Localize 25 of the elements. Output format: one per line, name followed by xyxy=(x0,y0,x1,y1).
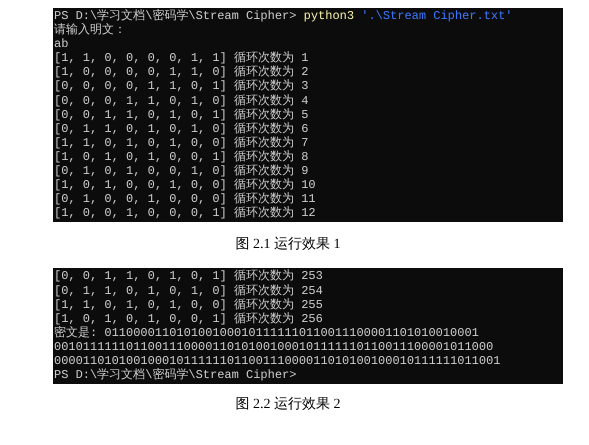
terminal-line: 请输入明文： xyxy=(54,23,127,38)
terminal-line: [1, 1, 0, 0, 0, 0, 1, 1] 循环次数为 1 xyxy=(54,51,310,66)
command-line: PS D:\学习文档\密码学\Stream Cipher> python3 '.\Stream Cipher.txt' xyxy=(54,9,514,23)
terminal-line: [0, 1, 1, 0, 1, 0, 1, 0] 循环次数为 6 xyxy=(54,122,310,136)
terminal-line: [0, 1, 0, 0, 1, 0, 0, 0] 循环次数为 11 xyxy=(54,192,317,206)
figure-caption: 图 2.1 运行效果 1 xyxy=(236,236,340,254)
terminal-line: PS D:\学习文档\密码学\Stream Cipher> xyxy=(54,368,298,382)
terminal-line: [0, 0, 1, 1, 0, 1, 0, 1] 循环次数为 253 xyxy=(54,269,324,284)
terminal-line: [0, 0, 1, 1, 0, 1, 0, 1] 循环次数为 5 xyxy=(54,108,310,122)
terminal-line: 0010111111011001110000110101001000101111110110011100001011000 xyxy=(54,340,494,354)
terminal-line: [0, 0, 0, 1, 1, 0, 1, 0] 循环次数为 4 xyxy=(54,94,310,108)
terminal-line: [0, 1, 0, 1, 0, 0, 1, 0] 循环次数为 9 xyxy=(54,164,310,178)
terminal-line: ab xyxy=(54,37,70,52)
terminal-line: 00001101010010001011111101100111000011010100100010111111011001 xyxy=(54,354,502,368)
terminal-line: [1, 0, 1, 0, 1, 0, 0, 1] 循环次数为 8 xyxy=(54,150,310,164)
terminal-line: 密文是: 0110000110101001000101111110110011100001101010010001 xyxy=(54,326,480,340)
terminal-line: [1, 0, 0, 0, 0, 1, 1, 0] 循环次数为 2 xyxy=(54,65,310,80)
terminal-line: [1, 1, 0, 1, 0, 1, 0, 0] 循环次数为 7 xyxy=(54,136,310,150)
terminal-line: [0, 1, 1, 0, 1, 0, 1, 0] 循环次数为 254 xyxy=(54,284,324,298)
terminal-line: [1, 0, 1, 0, 1, 0, 0, 1] 循环次数为 256 xyxy=(54,312,324,326)
terminal-line: [1, 1, 0, 1, 0, 1, 0, 0] 循环次数为 255 xyxy=(54,298,324,312)
terminal-line: [1, 0, 1, 0, 0, 1, 0, 0] 循环次数为 10 xyxy=(54,178,317,192)
figure-caption: 图 2.2 运行效果 2 xyxy=(236,396,340,414)
terminal-line: [1, 0, 0, 1, 0, 0, 0, 1] 循环次数为 12 xyxy=(54,206,317,220)
terminal-line: [0, 0, 0, 0, 1, 1, 0, 1] 循环次数为 3 xyxy=(54,79,310,94)
